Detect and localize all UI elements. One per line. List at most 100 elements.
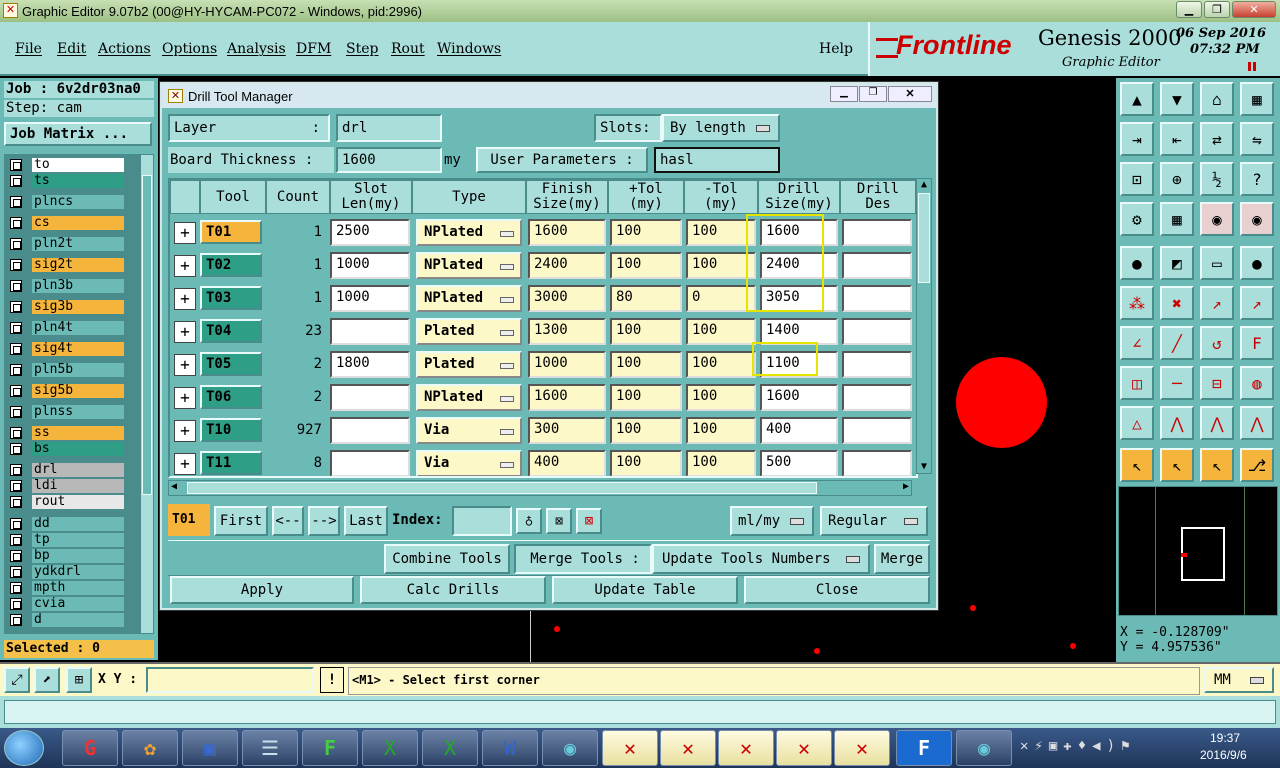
plus-tol-input[interactable]: 100 (610, 219, 682, 246)
finish-size-input[interactable]: 400 (528, 450, 606, 476)
expand-row-button[interactable]: + (174, 453, 196, 475)
pad-dot[interactable] (970, 605, 976, 611)
scale-icon[interactable]: ½ (1200, 162, 1234, 196)
minus-tol-input[interactable]: 100 (686, 384, 756, 411)
tool-id[interactable]: T04 (200, 319, 262, 343)
layer-checkbox[interactable] (10, 518, 22, 530)
layer-checkbox[interactable] (10, 238, 22, 250)
layer-checkbox[interactable] (10, 196, 22, 208)
start-button[interactable] (4, 730, 44, 766)
layer-checkbox[interactable] (10, 496, 22, 508)
transfer-icon[interactable]: ⇋ (1240, 122, 1274, 156)
menu-actions[interactable]: Actions (98, 41, 151, 57)
drill-size-input[interactable]: 500 (760, 450, 838, 476)
slot-length-input[interactable]: 2500 (330, 219, 410, 246)
layer-item[interactable]: ss (6, 425, 124, 441)
minus-tol-input[interactable]: 100 (686, 318, 756, 345)
peak-icon[interactable]: ⋀ (1160, 406, 1194, 440)
layer-checkbox[interactable] (10, 280, 22, 292)
slot-length-input[interactable] (330, 450, 410, 476)
layer-checkbox[interactable] (10, 385, 22, 397)
layer-checkbox[interactable] (10, 159, 22, 171)
layer-checkbox[interactable] (10, 301, 22, 313)
drill-size-input[interactable]: 1400 (760, 318, 838, 345)
apply-button[interactable]: Apply (170, 576, 354, 604)
taskbar-genesis-window-icon[interactable]: ✕ (602, 730, 658, 766)
xy-input[interactable] (146, 667, 314, 693)
layer-item[interactable]: d (6, 612, 124, 628)
merge-button[interactable]: Merge (874, 544, 930, 574)
cross-icon[interactable]: ✖ (1160, 286, 1194, 320)
minus-tol-input[interactable]: 100 (686, 417, 756, 444)
mode-dropdown[interactable]: Regular (820, 506, 928, 536)
layer-item[interactable]: cvia (6, 596, 124, 612)
pad-add-icon[interactable]: ◫ (1120, 366, 1154, 400)
grid-snap-icon[interactable]: ⊞ (66, 667, 92, 693)
layer-item[interactable]: mpth (6, 580, 124, 596)
plus-tol-input[interactable]: 100 (610, 318, 682, 345)
layer-checkbox[interactable] (10, 427, 22, 439)
scroll-up-arrow[interactable]: ▲ (918, 179, 930, 191)
drill-des-input[interactable] (842, 252, 912, 279)
finish-size-input[interactable]: 1300 (528, 318, 606, 345)
line-icon[interactable]: ∠ (1120, 326, 1154, 360)
dialog-maximize-button[interactable]: ❐ (859, 86, 887, 102)
minimize-button[interactable]: ▁ (1176, 1, 1202, 18)
drill-des-input[interactable] (842, 384, 912, 411)
layer-item[interactable]: ts (6, 173, 124, 189)
ruler-icon[interactable]: ▭ (1200, 246, 1234, 280)
layer-checkbox[interactable] (10, 406, 22, 418)
taskbar-genesis-window-icon[interactable]: ✕ (776, 730, 832, 766)
layer-checkbox[interactable] (10, 343, 22, 355)
last-button[interactable]: Last (344, 506, 388, 536)
home-icon[interactable]: ⌂ (1200, 82, 1234, 116)
layer-item[interactable]: sig4t (6, 341, 124, 357)
layer-checkbox[interactable] (10, 534, 22, 546)
dot-icon[interactable]: ● (1240, 246, 1274, 280)
units-status-dropdown[interactable]: MM (1204, 667, 1274, 693)
first-button[interactable]: First (214, 506, 268, 536)
menu-help[interactable]: Help (819, 41, 853, 57)
scroll-right-arrow[interactable]: ▶ (903, 481, 909, 492)
menu-analysis[interactable]: Analysis (227, 41, 286, 57)
menu-windows[interactable]: Windows (437, 41, 501, 57)
layer-item[interactable]: pln4t (6, 320, 124, 336)
menu-rout[interactable]: Rout (391, 41, 425, 57)
taskbar-frontline-icon[interactable]: F (896, 730, 952, 766)
scroll-left-arrow[interactable]: ◀ (171, 481, 177, 492)
taskbar-save-icon[interactable]: ▣ (182, 730, 238, 766)
finish-size-input[interactable]: 1600 (528, 219, 606, 246)
drill-des-input[interactable] (842, 285, 912, 312)
open-icon[interactable]: ▲ (1120, 82, 1154, 116)
table-vscrollbar[interactable]: ▲ ▼ (916, 178, 932, 474)
taskbar-genesis-window-icon[interactable]: ✕ (718, 730, 774, 766)
split-icon[interactable]: ─ (1160, 366, 1194, 400)
layer-item[interactable]: cs (6, 215, 124, 231)
plus-tol-input[interactable]: 100 (610, 384, 682, 411)
tool-id[interactable]: T02 (200, 253, 262, 277)
taskbar-network2-icon[interactable]: ◉ (956, 730, 1012, 766)
tool-id[interactable]: T11 (200, 451, 262, 475)
type-dropdown[interactable]: Via (416, 417, 522, 444)
slot-length-input[interactable]: 1800 (330, 351, 410, 378)
taskbar-network-icon[interactable]: ◉ (542, 730, 598, 766)
expand-row-button[interactable]: + (174, 222, 196, 244)
layer-item[interactable]: tp (6, 532, 124, 548)
overview-viewport[interactable] (1181, 527, 1225, 581)
slot-length-input[interactable]: 1000 (330, 252, 410, 279)
layer-checkbox[interactable] (10, 582, 22, 594)
layer-checkbox[interactable] (10, 259, 22, 271)
line2-icon[interactable]: ╱ (1160, 326, 1194, 360)
type-dropdown[interactable]: Plated (416, 318, 522, 345)
pad-dot[interactable] (554, 626, 560, 632)
scroll-thumb[interactable] (187, 482, 817, 494)
layer-checkbox[interactable] (10, 480, 22, 492)
user-parameters-button[interactable]: User Parameters : (476, 147, 648, 173)
minus-tol-input[interactable]: 100 (686, 351, 756, 378)
expand-row-button[interactable]: + (174, 354, 196, 376)
slots-dropdown[interactable]: By length (662, 114, 780, 142)
help-icon[interactable]: ? (1240, 162, 1274, 196)
job-matrix-button[interactable]: Job Matrix ... (4, 122, 152, 146)
scroll-thumb[interactable] (918, 193, 930, 283)
table-hscrollbar[interactable]: ◀ ▶ (168, 480, 912, 496)
